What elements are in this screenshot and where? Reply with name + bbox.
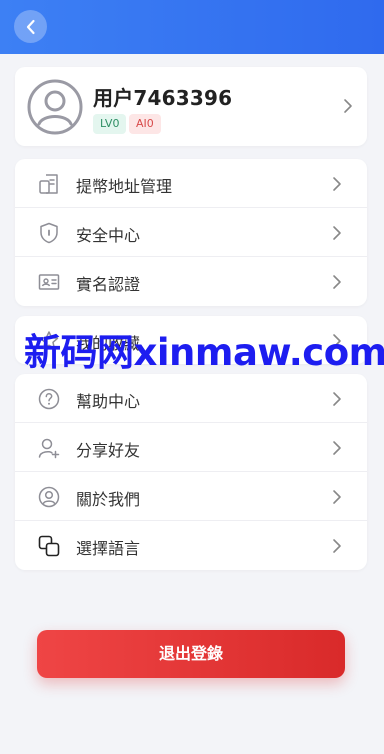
user-avatar-icon: [27, 79, 83, 135]
menu-label: 提幣地址管理: [76, 177, 173, 196]
chevron-right-icon: [333, 275, 341, 289]
chevron-right-icon: [333, 226, 341, 240]
shield-icon: [40, 222, 58, 244]
username: 用户7463396: [93, 86, 233, 110]
user-circle-icon: [38, 486, 60, 508]
menu-label: 選擇語言: [76, 539, 141, 558]
level-badge: LV0: [93, 114, 127, 134]
chevron-left-icon: [26, 19, 35, 34]
menu-label: 安全中心: [76, 226, 141, 245]
logout-button[interactable]: 退出登錄: [37, 630, 345, 678]
id-card-icon: [38, 274, 60, 290]
menu-label: 關於我們: [76, 490, 141, 509]
menu-label: 幫助中心: [76, 392, 141, 411]
menu-item-security-center[interactable]: 安全中心: [15, 208, 367, 257]
menu-item-about-us[interactable]: 關於我們: [15, 472, 367, 521]
chevron-right-icon: [333, 177, 341, 191]
chevron-right-icon: [344, 99, 352, 113]
copy-squares-icon: [38, 535, 60, 557]
user-plus-icon: [38, 438, 60, 459]
chevron-right-icon: [333, 539, 341, 553]
menu-group-general: 幫助中心 分享好友 關於我們 選擇語言: [15, 374, 367, 570]
menu-item-help-center[interactable]: 幫助中心: [15, 374, 367, 423]
chevron-right-icon: [333, 392, 341, 406]
chevron-right-icon: [333, 441, 341, 455]
profile-card[interactable]: 用户7463396 LV0 AI0: [15, 67, 367, 146]
chevron-right-icon: [333, 490, 341, 504]
menu-item-share-friends[interactable]: 分享好友: [15, 423, 367, 472]
menu-group-account: 提幣地址管理 安全中心 實名認證: [15, 159, 367, 306]
menu-label: 分享好友: [76, 441, 141, 460]
menu-label: 實名認證: [76, 275, 141, 294]
menu-item-withdraw-address[interactable]: 提幣地址管理: [15, 159, 367, 208]
watermark-text: 新码网xinmaw.com: [24, 331, 384, 374]
help-circle-icon: [38, 388, 60, 410]
menu-item-identity-verification[interactable]: 實名認證: [15, 257, 367, 306]
menu-item-select-language[interactable]: 選擇語言: [15, 521, 367, 570]
back-button[interactable]: [14, 10, 47, 43]
ai-badge: AI0: [129, 114, 161, 134]
wallet-address-icon: [39, 174, 58, 194]
top-header: [0, 0, 384, 54]
